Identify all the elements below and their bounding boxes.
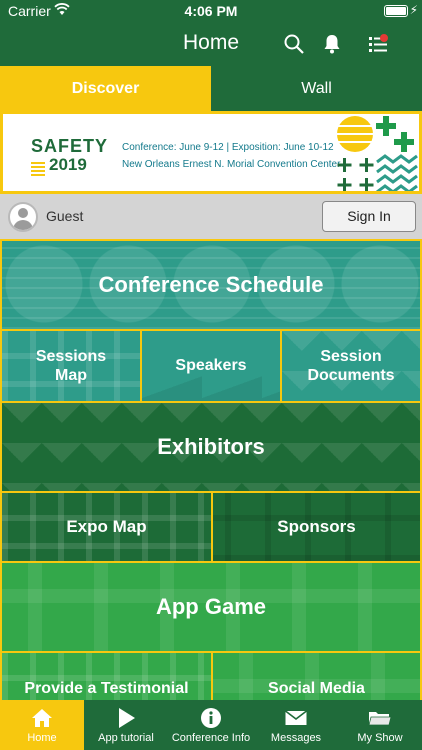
tile-label: Session Documents [307, 347, 395, 384]
tab-discover[interactable]: Discover [0, 66, 211, 111]
tile-sessions-map[interactable]: Sessions Map [0, 329, 142, 403]
banner-dates: Conference: June 9-12 | Exposition: June… [122, 142, 334, 153]
status-bar: Carrier 4:06 PM ⚡ [0, 0, 422, 22]
tabbar-label: Conference Info [171, 732, 251, 744]
tile-exhibitors[interactable]: Exhibitors [0, 401, 422, 493]
user-name: Guest [46, 208, 84, 224]
tile-label: App Game [155, 593, 267, 619]
notification-dot [380, 34, 388, 42]
nav-bar: Home [0, 22, 422, 66]
tabbar-app-tutorial[interactable]: App tutorial [84, 700, 168, 750]
tile-label: Sessions Map [35, 347, 107, 384]
search-icon[interactable] [282, 32, 306, 56]
tile-label: Social Media [268, 680, 365, 697]
avatar-icon [8, 202, 38, 232]
folder-icon [368, 712, 392, 726]
info-icon [201, 708, 221, 728]
tile-sponsors[interactable]: Sponsors [211, 491, 422, 563]
sign-in-button[interactable]: Sign In [322, 201, 416, 232]
tabbar-label: My Show [357, 732, 403, 744]
bottom-tab-bar: Home App tutorial Conference Info Messag… [0, 700, 422, 750]
tabbar-messages[interactable]: Messages [254, 700, 338, 750]
tile-session-documents[interactable]: Session Documents [280, 329, 422, 403]
tile-label: Provide a Testimonial [24, 680, 189, 697]
tile-label: Exhibitors [157, 433, 265, 459]
play-icon [119, 708, 135, 728]
tabbar-label: Messages [270, 732, 322, 744]
battery-icon [384, 5, 408, 17]
tabbar-home[interactable]: Home [0, 700, 84, 750]
home-icon [32, 709, 52, 727]
tabbar-label: App tutorial [98, 732, 154, 744]
envelope-icon [285, 710, 307, 725]
tile-label: Speakers [175, 357, 247, 375]
tile-conference-schedule[interactable]: Conference Schedule [0, 239, 422, 331]
segment-tabs: Discover Wall [0, 66, 422, 111]
user-bar: Guest Sign In [0, 194, 422, 239]
banner-venue: New Orleans Ernest N. Morial Convention … [122, 159, 341, 170]
tile-label: Sponsors [277, 516, 356, 536]
bell-icon[interactable] [320, 32, 344, 56]
tab-wall[interactable]: Wall [211, 66, 422, 111]
tabbar-conference-info[interactable]: Conference Info [168, 700, 254, 750]
tile-app-game[interactable]: App Game [0, 561, 422, 653]
tile-label: Conference Schedule [98, 271, 324, 297]
banner-info: Conference: June 9-12 | Exposition: June… [122, 142, 340, 176]
page-title: Home [182, 31, 240, 54]
tile-speakers[interactable]: Speakers [140, 329, 282, 403]
banner-pattern-art [337, 116, 418, 191]
tile-label: Expo Map [66, 516, 147, 536]
charging-icon: ⚡ [409, 3, 418, 17]
tile-expo-map[interactable]: Expo Map [0, 491, 213, 563]
safety-logo: SAFETY 2019 [31, 136, 109, 176]
tabbar-my-show[interactable]: My Show [338, 700, 422, 750]
tabbar-label: Home [27, 732, 57, 744]
event-banner[interactable]: SAFETY 2019 Conference: June 9-12 | Expo… [0, 111, 422, 194]
status-time: 4:06 PM [184, 3, 238, 19]
